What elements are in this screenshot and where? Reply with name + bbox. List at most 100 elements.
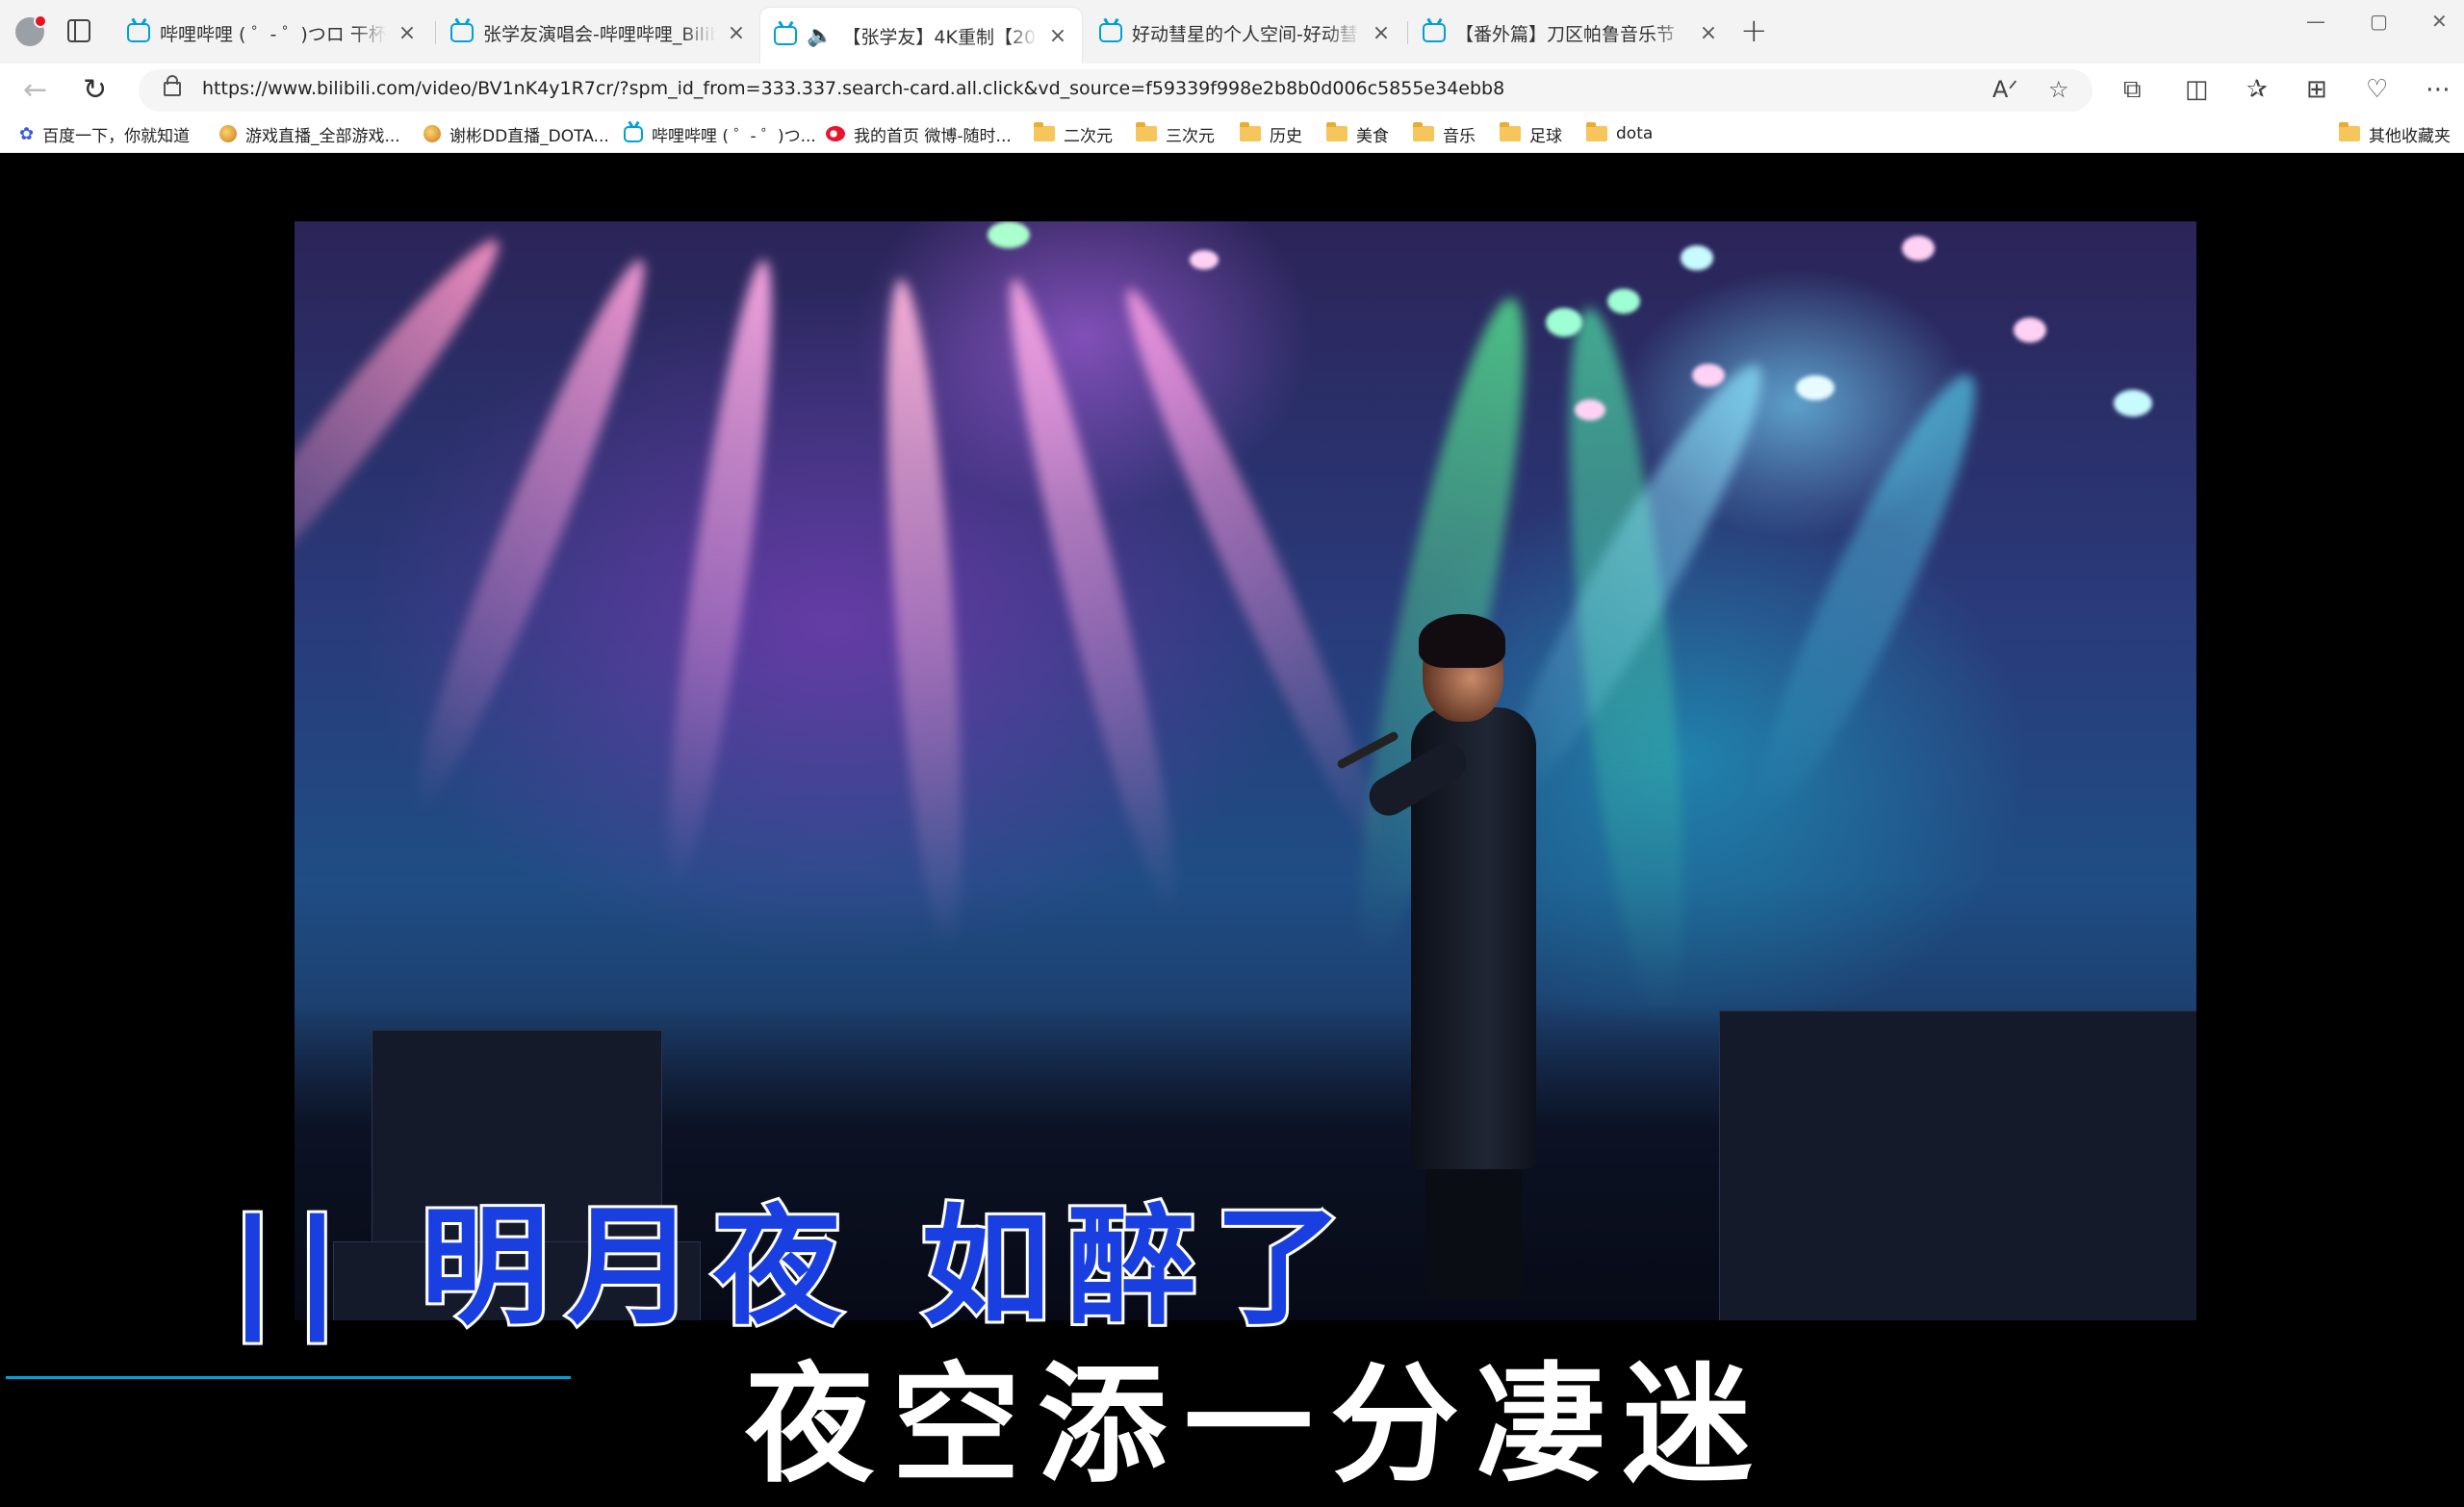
collections-icon[interactable]: ⊞ <box>2306 75 2327 104</box>
bookmark-item[interactable]: 谢彬DD直播_DOTA... <box>424 117 609 150</box>
browser-toolbar: ← ↻ https://www.bilibili.com/video/BV1nK… <box>0 64 2464 117</box>
stage-light-beam <box>1731 359 2005 829</box>
tab-separator <box>1407 21 1408 44</box>
bookmarks-bar: ✿ 百度一下，你就知道 游戏直播_全部游戏... 谢彬DD直播_DOTA... … <box>0 117 2464 153</box>
bookmark-folder[interactable]: 三次元 <box>1136 117 1215 150</box>
bookmark-item[interactable]: ✿ 百度一下，你就知道 <box>19 117 190 150</box>
bilibili-icon <box>774 26 797 45</box>
bilibili-icon <box>450 23 474 42</box>
stage-lamp <box>2114 390 2152 417</box>
browser-essentials-icon[interactable]: ♡ <box>2366 75 2388 104</box>
bookmark-label: 哔哩哔哩 ( ゜- ゜)つ... <box>652 126 816 146</box>
more-menu-icon[interactable]: ⋯ <box>2426 75 2451 104</box>
url-text[interactable]: https://www.bilibili.com/video/BV1nK4y1R… <box>202 78 1504 99</box>
favorite-star-icon[interactable]: ☆ <box>2048 76 2069 103</box>
stage-light-beam <box>649 256 791 893</box>
refresh-icon[interactable]: ↻ <box>83 73 107 107</box>
bookmark-item[interactable]: 哔哩哔哩 ( ゜- ゜)つ... <box>624 117 816 150</box>
split-screen-icon[interactable]: ◫ <box>2185 75 2209 104</box>
bookmark-label: 音乐 <box>1443 126 1476 146</box>
browser-tab-1[interactable]: 哔哩哔哩 ( ゜- ゜)つロ 干杯~-bilibili × <box>114 10 431 56</box>
game-icon <box>424 125 441 142</box>
tab-separator <box>435 21 436 44</box>
bilibili-icon <box>1423 23 1446 42</box>
bookmark-label: 我的首页 微博-随时... <box>854 126 1012 146</box>
bookmark-label: 二次元 <box>1064 126 1113 146</box>
close-window-icon[interactable]: ✕ <box>2431 10 2448 33</box>
browser-tab-5[interactable]: 【番外篇】刀区帕鲁音乐节 × <box>1409 10 1732 56</box>
stage-lamp <box>1902 236 1935 261</box>
bookmark-label: 三次元 <box>1166 126 1215 146</box>
bookmark-label: 历史 <box>1270 126 1302 146</box>
video-frame[interactable] <box>295 221 2196 1320</box>
folder-icon <box>2339 122 2360 141</box>
bookmark-label: 百度一下，你就知道 <box>42 126 191 146</box>
bookmark-folder[interactable]: 二次元 <box>1034 117 1113 150</box>
other-bookmarks-folder[interactable]: 其他收藏夹 <box>2339 117 2451 150</box>
browser-tab-2[interactable]: 张学友演唱会-哔哩哔哩_Bilibili × <box>437 10 760 56</box>
close-icon[interactable]: × <box>1047 24 1068 48</box>
karaoke-lyric-next: 夜空添一分凄迷 <box>742 1348 1770 1503</box>
stage-monitor <box>1719 1010 2196 1320</box>
back-arrow-icon[interactable]: ← <box>23 73 47 107</box>
tab-title: 【张学友】4K重制【2004 活出生命Live演唱会】 <box>842 26 1038 48</box>
bookmark-folder[interactable]: 历史 <box>1240 117 1302 150</box>
weibo-icon <box>826 126 845 141</box>
tab-title: 哔哩哔哩 ( ゜- ゜)つロ 干杯~-bilibili <box>160 23 387 45</box>
bookmark-label: dota <box>1616 124 1654 143</box>
folder-icon <box>1136 122 1157 141</box>
performer-hair <box>1419 614 1505 668</box>
stage-lamp <box>1692 364 1725 387</box>
bilibili-icon <box>624 125 643 142</box>
bookmark-label: 足球 <box>1529 126 1562 146</box>
stage-lamp <box>1681 245 1713 270</box>
close-icon[interactable]: × <box>1371 21 1392 45</box>
tab-actions-icon[interactable] <box>67 19 90 42</box>
baidu-paw-icon: ✿ <box>19 123 35 144</box>
bookmark-label: 谢彬DD直播_DOTA... <box>449 126 609 146</box>
bookmark-item[interactable]: 我的首页 微博-随时... <box>826 117 1012 150</box>
lock-icon[interactable] <box>164 75 181 96</box>
bilibili-icon <box>127 23 150 42</box>
extensions-icon[interactable]: ⧉ <box>2123 75 2142 105</box>
bilibili-icon <box>1099 23 1122 42</box>
game-icon <box>219 125 237 142</box>
close-icon[interactable]: × <box>1698 21 1719 45</box>
folder-icon <box>1586 122 1607 141</box>
tab-title: 【番外篇】刀区帕鲁音乐节 <box>1455 23 1676 45</box>
stage-lamp <box>1796 375 1835 400</box>
browser-tab-3-active[interactable]: 🔈 【张学友】4K重制【2004 活出生命Live演唱会】 × <box>760 8 1082 64</box>
audio-playing-icon[interactable]: 🔈 <box>807 24 833 48</box>
read-aloud-icon[interactable]: Aᐟ <box>1992 76 2018 103</box>
folder-icon <box>1240 122 1261 141</box>
address-bar[interactable]: https://www.bilibili.com/video/BV1nK4y1R… <box>139 69 2092 112</box>
stage-lamp <box>1575 399 1605 421</box>
folder-icon <box>1034 122 1055 141</box>
browser-tab-4[interactable]: 好动彗星的个人空间-好动彗星个人主页 × <box>1086 10 1405 56</box>
tab-title: 好动彗星的个人空间-好动彗星个人主页 <box>1132 23 1361 45</box>
stage-lamp <box>1546 308 1582 337</box>
tab-title: 张学友演唱会-哔哩哔哩_Bilibili <box>483 23 716 45</box>
bookmark-folder[interactable]: 音乐 <box>1413 117 1476 150</box>
bookmark-item[interactable]: 游戏直播_全部游戏... <box>219 117 400 150</box>
new-tab-button[interactable]: + <box>1740 12 1768 50</box>
stage-light-beam <box>872 276 977 954</box>
video-progress-bar[interactable] <box>6 1376 571 1379</box>
close-icon[interactable]: × <box>397 21 418 45</box>
profile-avatar-icon[interactable] <box>15 14 47 46</box>
video-player[interactable]: || 明月夜 如醉了 夜空添一分凄迷 <box>6 154 2464 1503</box>
maximize-icon[interactable]: ▢ <box>2370 10 2388 33</box>
stage-lamp <box>1607 289 1640 314</box>
folder-icon <box>1326 122 1348 141</box>
bookmark-folder[interactable]: dota <box>1586 117 1653 150</box>
bookmark-label: 其他收藏夹 <box>2369 126 2451 146</box>
bookmark-label: 美食 <box>1356 126 1389 146</box>
bookmark-folder[interactable]: 足球 <box>1500 117 1562 150</box>
favorites-icon[interactable]: ✰ <box>2246 75 2268 104</box>
close-icon[interactable]: × <box>726 21 747 45</box>
bookmark-folder[interactable]: 美食 <box>1326 117 1389 150</box>
folder-icon <box>1500 122 1521 141</box>
stage-lamp <box>988 221 1030 248</box>
stage-lamp <box>2014 318 2046 343</box>
minimize-icon[interactable]: — <box>2306 10 2325 33</box>
